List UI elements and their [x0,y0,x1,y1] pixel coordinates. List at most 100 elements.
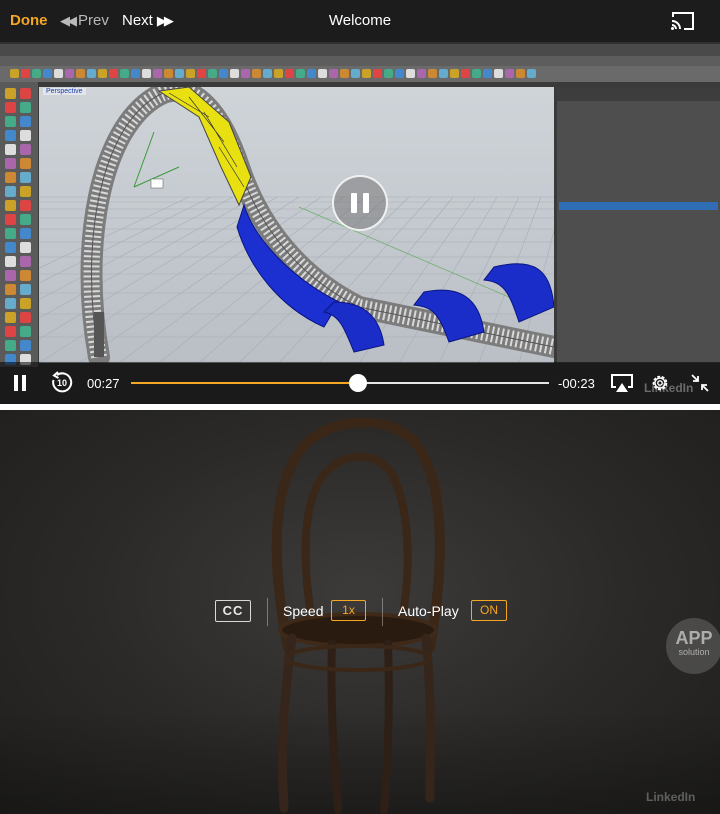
scrubber-progress [131,382,359,384]
toolbar-tool-icon [527,69,536,78]
left-toolbar-tool-icon [20,256,31,267]
video-settings-overlay: CC Speed 1x Auto-Play ON [0,410,720,814]
toolbar-tool-icon [252,69,261,78]
layers-panel-row [559,177,718,185]
toolbar-tool-icon [362,69,371,78]
rewind-seconds: 10 [56,378,67,388]
toolbar-tool-icon [65,69,74,78]
toolbar-tool-icon [428,69,437,78]
left-toolbar-tool-icon [5,158,16,169]
speed-toggle-button[interactable]: 1x [331,600,366,621]
toolbar-tool-icon [219,69,228,78]
layers-panel-row [559,151,718,159]
autoplay-toggle-button[interactable]: ON [471,600,507,621]
layers-panel-header [557,87,720,101]
toolbar-tool-icon [164,69,173,78]
left-toolbar-tool-icon [20,130,31,141]
remaining-time: -00:23 [558,376,595,391]
toolbar-tool-icon [109,69,118,78]
player-controls-bar: 10 00:27 -00:23 [0,362,720,404]
toolbar-tool-icon [32,69,41,78]
toolbar-tool-icon [175,69,184,78]
viewport-label: Perspective [43,88,86,95]
toolbar-tool-icon [208,69,217,78]
left-toolbar-tool-icon [20,200,31,211]
video-left-toolbar [0,82,38,367]
left-toolbar-tool-icon [20,298,31,309]
toolbar-tool-icon [318,69,327,78]
scrubber-track[interactable] [131,374,549,392]
center-pause-button[interactable] [332,175,388,231]
options-separator [267,598,268,626]
video-player[interactable]: Perspective Done ◀◀ Prev Next ▶▶ Welcome… [0,0,720,404]
toolbar-tool-icon [340,69,349,78]
layers-panel-row [559,134,718,142]
toolbar-tool-icon [230,69,239,78]
app-solution-watermark: APP solution [666,618,720,674]
toolbar-tool-icon [120,69,129,78]
watermark-line1: APP [675,628,713,648]
toolbar-tool-icon [285,69,294,78]
left-toolbar-tool-icon [5,298,16,309]
toolbar-tool-icon [263,69,272,78]
toolbar-tool-icon [241,69,250,78]
left-toolbar-tool-icon [5,340,16,351]
toolbar-tool-icon [54,69,63,78]
scrubber-thumb[interactable] [349,374,368,392]
autoplay-label: Auto-Play [398,603,459,619]
layers-panel-row [559,211,718,219]
layers-panel-row [559,143,718,151]
left-toolbar-tool-icon [5,172,16,183]
closed-captions-button[interactable]: CC [215,600,251,622]
toolbar-tool-icon [87,69,96,78]
toolbar-tool-icon [406,69,415,78]
options-separator [382,598,383,626]
left-toolbar-tool-icon [20,242,31,253]
left-toolbar-tool-icon [20,284,31,295]
viewport-grid-line [39,196,256,319]
toolbar-tool-icon [395,69,404,78]
settings-options-row: CC Speed 1x Auto-Play ON [0,598,720,626]
layers-panel-row [559,126,718,134]
left-toolbar-tool-icon [5,214,16,225]
toolbar-tool-icon [21,69,30,78]
toolbar-tool-icon [494,69,503,78]
speed-label: Speed [283,603,324,619]
video-command-line [0,42,720,56]
layers-panel-row [559,117,718,125]
toolbar-tool-icon [417,69,426,78]
layers-panel-row [559,160,718,168]
left-toolbar-tool-icon [20,312,31,323]
toolbar-tool-icon [351,69,360,78]
pause-button[interactable] [12,375,28,391]
left-toolbar-tool-icon [20,186,31,197]
linkedin-watermark-bottom: LinkedIn [646,790,696,804]
rewind-10-button[interactable]: 10 [50,371,74,395]
toolbar-tool-icon [274,69,283,78]
toolbar-tool-icon [76,69,85,78]
airplay-icon[interactable] [610,373,634,393]
toolbar-tool-icon [373,69,382,78]
toolbar-tool-icon [142,69,151,78]
toolbar-tool-icon [439,69,448,78]
cast-icon[interactable] [670,11,696,31]
left-toolbar-tool-icon [20,214,31,225]
watermark-line2: solution [678,647,710,657]
video-layers-panel [557,87,720,363]
toolbar-tool-icon [461,69,470,78]
layers-panel-row [559,185,718,193]
left-toolbar-tool-icon [5,256,16,267]
left-toolbar-tool-icon [20,116,31,127]
left-toolbar-tool-icon [5,284,16,295]
toolbar-tool-icon [384,69,393,78]
left-toolbar-tool-icon [20,158,31,169]
toolbar-tool-icon [483,69,492,78]
toolbar-tool-icon [307,69,316,78]
toolbar-tool-icon [43,69,52,78]
left-toolbar-tool-icon [5,270,16,281]
viewport-grid-line [39,196,212,284]
left-toolbar-tool-icon [5,228,16,239]
toolbar-tool-icon [98,69,107,78]
left-toolbar-tool-icon [5,102,16,113]
toolbar-tool-icon [197,69,206,78]
